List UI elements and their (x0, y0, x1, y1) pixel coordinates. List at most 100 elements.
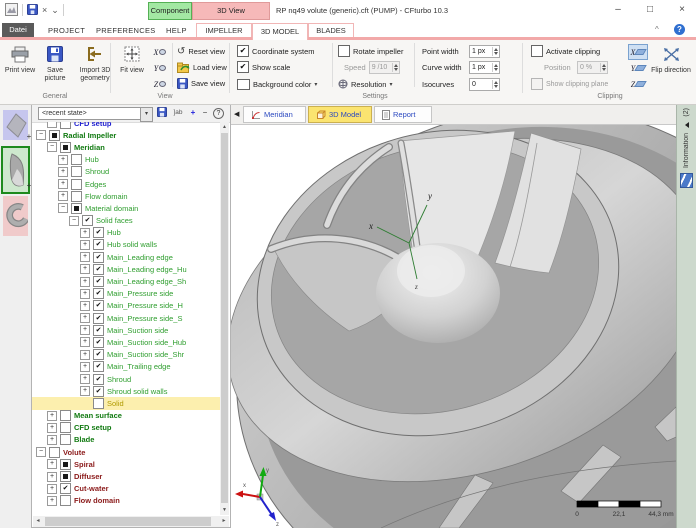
view-y-button[interactable]: Y (150, 60, 170, 76)
tree-expand-icon[interactable]: + (80, 325, 90, 335)
tree-expand-icon[interactable]: + (80, 350, 90, 360)
3d-view-tab[interactable]: 3D View (192, 2, 270, 20)
collapse-ribbon-icon[interactable]: ^ (655, 25, 659, 34)
tree-row[interactable]: +✔Main_Leading edge_Sh (32, 275, 222, 287)
tree-checkbox[interactable]: ✔ (93, 337, 104, 348)
tree-checkbox[interactable] (60, 122, 71, 129)
tree-checkbox[interactable]: ✔ (93, 325, 104, 336)
tree-row[interactable]: +Spiral (32, 458, 222, 470)
volute-shape-tile[interactable] (3, 196, 28, 236)
component-tab[interactable]: Component (148, 2, 192, 20)
tree-row[interactable]: −Radial Impeller (32, 129, 222, 141)
minimize-button[interactable]: – (604, 0, 632, 20)
save-view-button[interactable]: Save view (177, 77, 225, 89)
tree-checkbox[interactable]: ✔ (93, 276, 104, 287)
tree-row[interactable]: +✔Main_Pressure side (32, 288, 222, 300)
spinner-arrows[interactable] (492, 80, 499, 89)
3d-viewport[interactable]: x y z x y z 0 22,1 (231, 125, 676, 528)
tree-row[interactable]: +✔Main_Trailing edge (32, 361, 222, 373)
tree-row[interactable]: +✔Main_Suction side_Shr (32, 349, 222, 361)
checkbox-icon[interactable] (531, 45, 543, 57)
scrollbar-thumb[interactable] (45, 517, 211, 526)
recent-state-dropdown-icon[interactable]: ▾ (140, 107, 153, 122)
tree-row[interactable]: +✔Hub solid walls (32, 239, 222, 251)
color-swatch-icon[interactable] (237, 79, 250, 90)
tree-horizontal-scrollbar[interactable]: ◂ ▸ (33, 516, 229, 527)
spinner-arrows[interactable] (600, 63, 607, 72)
tree-vertical-scrollbar[interactable]: ▲ ▼ (220, 122, 229, 515)
tree-row[interactable]: +✔Main_Pressure side_H (32, 300, 222, 312)
tree-checkbox[interactable] (93, 398, 104, 409)
tree-expand-icon[interactable]: + (80, 386, 90, 396)
tree-expand-icon[interactable]: + (80, 289, 90, 299)
print-view-button[interactable]: Print view (4, 43, 36, 75)
tree-expand-icon[interactable]: + (80, 277, 90, 287)
tree-expand-icon[interactable]: − (58, 203, 68, 213)
tree-row[interactable]: +Flow domain (32, 495, 222, 507)
tree-expand-icon[interactable]: + (58, 179, 68, 189)
scroll-down-icon[interactable]: ▼ (220, 505, 229, 515)
tree-row[interactable]: −Material domain (32, 202, 222, 214)
tree-row[interactable]: +Shroud (32, 166, 222, 178)
clip-y-button[interactable]: Y (628, 60, 648, 76)
save-picture-button[interactable]: Save picture (38, 43, 72, 83)
close-button[interactable]: × (668, 0, 696, 20)
tree-row[interactable]: +✔Shroud (32, 373, 222, 385)
tree-checkbox[interactable] (71, 191, 82, 202)
scrollbar-thumb[interactable] (221, 133, 228, 503)
tree-expand-icon[interactable]: + (80, 228, 90, 238)
tree-expand-icon[interactable]: + (58, 191, 68, 201)
tree-expand-icon[interactable]: + (80, 264, 90, 274)
tree-row[interactable]: +Hub (32, 154, 222, 166)
menu-help[interactable]: HELP (166, 26, 187, 35)
clipping-position-control[interactable]: Position 0 % (544, 61, 608, 73)
tree-row[interactable]: −Meridian (32, 141, 222, 153)
show-clipping-plane-checkbox[interactable]: Show clipping plane (531, 78, 608, 90)
tree-checkbox[interactable]: ✔ (82, 215, 93, 226)
view-z-button[interactable]: Z (150, 76, 170, 92)
tree-row[interactable]: +Edges (32, 178, 222, 190)
tree-expand-icon[interactable]: + (80, 313, 90, 323)
tree-help-icon[interactable]: ? (213, 107, 224, 119)
point-width-control[interactable]: Point width 1 px (422, 45, 500, 57)
tree-checkbox[interactable] (71, 179, 82, 190)
tree-row[interactable]: −Volute (32, 446, 222, 458)
impeller-3d-model[interactable]: x y z x y z 0 22,1 (231, 125, 676, 528)
save-icon[interactable] (27, 4, 38, 15)
activate-clipping-checkbox[interactable]: Activate clipping (531, 45, 600, 57)
tree-expand-icon[interactable]: + (80, 240, 90, 250)
tree-checkbox[interactable] (60, 471, 71, 482)
tree-checkbox[interactable]: ✔ (93, 288, 104, 299)
tree-row[interactable]: +✔Main_Suction side_Hub (32, 336, 222, 348)
tree-checkbox[interactable]: ✔ (93, 313, 104, 324)
show-scale-checkbox[interactable]: ✔ Show scale (237, 61, 290, 73)
tree-expand-icon[interactable]: + (80, 374, 90, 384)
scroll-right-icon[interactable]: ▸ (219, 516, 229, 527)
reset-view-button[interactable]: ↺ Reset view (177, 45, 225, 57)
tree-expand-icon[interactable]: − (36, 130, 46, 140)
menu-preferences[interactable]: PREFERENCES (96, 26, 156, 35)
clip-x-button[interactable]: X (628, 44, 648, 60)
tree-expand-icon[interactable]: + (58, 167, 68, 177)
curve-width-control[interactable]: Curve width 1 px (422, 61, 500, 73)
tree-expand-icon[interactable]: − (36, 447, 46, 457)
tree-expand-icon[interactable]: + (47, 435, 57, 445)
help-icon[interactable]: ? (674, 24, 685, 35)
tree-expand-icon[interactable]: − (69, 216, 79, 226)
tree-checkbox[interactable]: ✔ (93, 300, 104, 311)
tree-row[interactable]: +Solid (32, 397, 222, 409)
scroll-up-icon[interactable]: ▲ (220, 122, 229, 132)
maximize-button[interactable]: □ (636, 0, 664, 20)
file-menu-button[interactable]: Datei (2, 23, 34, 37)
tree-row[interactable]: +✔Shroud solid walls (32, 385, 222, 397)
rename-state-icon[interactable]: ]ab (171, 107, 185, 119)
information-panel-strip[interactable]: (2) Information (676, 104, 696, 528)
tree-checkbox[interactable]: ✔ (93, 386, 104, 397)
tree-checkbox[interactable]: ✔ (93, 252, 104, 263)
tree-checkbox[interactable] (71, 166, 82, 177)
app-icon[interactable] (5, 3, 18, 16)
tree-checkbox[interactable]: ✔ (93, 349, 104, 360)
load-view-button[interactable]: Load view (177, 61, 227, 73)
tree-expand-icon[interactable]: − (47, 142, 57, 152)
tree-expand-icon[interactable]: + (47, 472, 57, 482)
